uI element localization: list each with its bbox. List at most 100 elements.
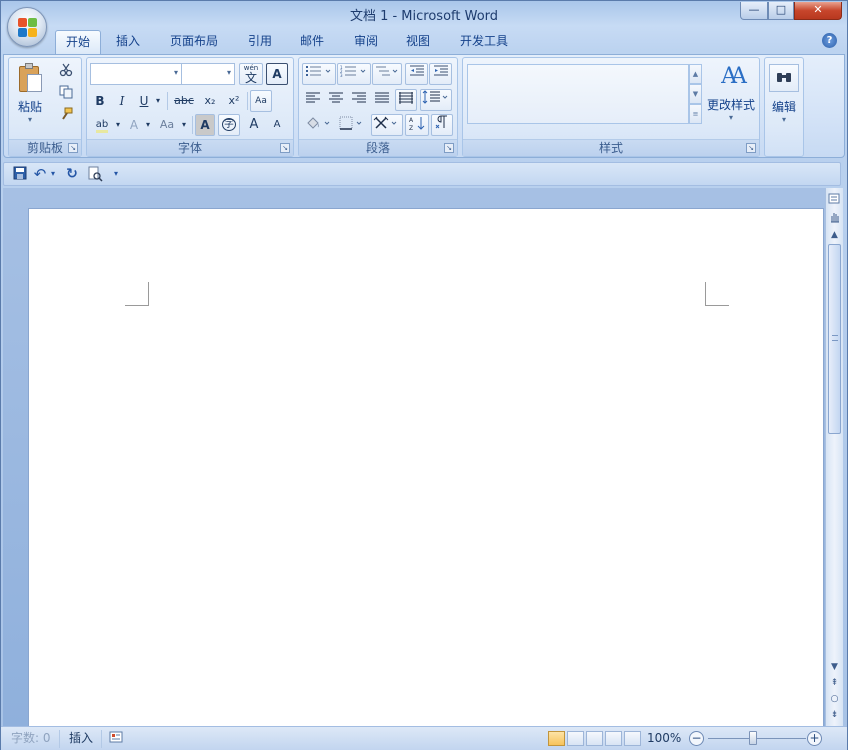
outline-view-icon[interactable]: [605, 731, 622, 746]
clear-formatting-button[interactable]: Aa: [250, 90, 272, 112]
tab-page-layout[interactable]: 页面布局: [159, 30, 229, 54]
tab-references[interactable]: 引用: [237, 30, 283, 54]
draft-view-icon[interactable]: [624, 731, 641, 746]
office-button[interactable]: [7, 7, 47, 47]
underline-button[interactable]: U: [135, 90, 153, 112]
bold-button[interactable]: B: [91, 90, 109, 112]
font-color-dropdown-icon[interactable]: ▾: [143, 114, 153, 136]
clipboard-launcher-icon[interactable]: ↘: [68, 143, 78, 153]
zoom-out-button[interactable]: −: [689, 731, 704, 746]
document-page[interactable]: [28, 208, 824, 738]
print-preview-icon[interactable]: [86, 166, 104, 183]
multilevel-list-button[interactable]: [372, 63, 402, 85]
scroll-thumb[interactable]: [828, 244, 841, 434]
tab-developer[interactable]: 开发工具: [451, 30, 517, 54]
ruler-toggle-icon[interactable]: [827, 192, 842, 207]
highlight-dropdown-icon[interactable]: ▾: [113, 114, 123, 136]
bullets-button[interactable]: [302, 63, 336, 85]
copy-icon[interactable]: [57, 84, 75, 106]
select-browse-object-icon[interactable]: ○: [827, 692, 842, 707]
font-name-combo[interactable]: ▾: [90, 63, 182, 85]
align-center-button[interactable]: [325, 89, 347, 111]
character-shading-button[interactable]: A: [195, 114, 215, 136]
word-count[interactable]: 字数: 0: [11, 730, 51, 748]
superscript-button[interactable]: x²: [223, 90, 245, 112]
gallery-scroll-up-icon[interactable]: ▲: [689, 64, 702, 84]
format-painter-icon[interactable]: [57, 106, 75, 128]
web-layout-view-icon[interactable]: [586, 731, 603, 746]
phonetic-guide-button[interactable]: wén 文: [239, 63, 263, 85]
grow-font-button[interactable]: A: [243, 114, 265, 136]
customize-qat-icon[interactable]: ▾: [110, 166, 122, 183]
tab-review[interactable]: 审阅: [343, 30, 389, 54]
underline-dropdown-icon[interactable]: ▾: [153, 90, 163, 112]
top-left-crop-mark: [125, 282, 149, 306]
gallery-scroll-down-icon[interactable]: ▼: [689, 84, 702, 104]
tab-mailings[interactable]: 邮件: [289, 30, 335, 54]
subscript-button[interactable]: x₂: [199, 90, 221, 112]
distributed-button[interactable]: [395, 89, 417, 111]
font-launcher-icon[interactable]: ↘: [280, 143, 290, 153]
undo-button[interactable]: ↶: [32, 166, 48, 183]
quick-styles-gallery[interactable]: [467, 64, 689, 124]
align-left-button[interactable]: [302, 89, 324, 111]
text-highlight-button[interactable]: ab: [91, 114, 113, 136]
font-size-dropdown-icon[interactable]: ▾: [227, 68, 231, 77]
character-border-button[interactable]: A: [266, 63, 288, 85]
macro-recording-icon[interactable]: [109, 730, 125, 748]
full-screen-reading-view-icon[interactable]: [567, 731, 584, 746]
redo-button[interactable]: ↻: [64, 166, 80, 183]
help-icon[interactable]: ?: [822, 33, 837, 48]
line-spacing-button[interactable]: [420, 89, 452, 111]
previous-page-icon[interactable]: ⇞: [827, 676, 842, 691]
shrink-font-button[interactable]: A: [266, 114, 288, 136]
undo-dropdown-icon[interactable]: ▾: [48, 166, 58, 183]
tab-view[interactable]: 视图: [395, 30, 441, 54]
zoom-in-button[interactable]: +: [807, 731, 822, 746]
zoom-slider-thumb[interactable]: [749, 731, 757, 745]
zoom-slider-track[interactable]: [708, 738, 806, 739]
insert-mode-indicator[interactable]: 插入: [69, 730, 93, 748]
save-icon[interactable]: [12, 166, 28, 183]
borders-button[interactable]: [336, 114, 368, 136]
show-marks-button[interactable]: [431, 114, 453, 136]
tab-home[interactable]: 开始: [55, 30, 101, 54]
vertical-scrollbar[interactable]: ▲ ▼ ⇞ ○ ⇟: [825, 188, 843, 726]
minimize-button[interactable]: —: [740, 2, 768, 20]
maximize-button[interactable]: □: [768, 2, 794, 20]
paste-dropdown-arrow[interactable]: ▾: [13, 115, 47, 124]
strikethrough-button[interactable]: abc: [171, 90, 197, 112]
paragraph-launcher-icon[interactable]: ↘: [444, 143, 454, 153]
font-size-combo[interactable]: ▾: [181, 63, 235, 85]
font-name-dropdown-icon[interactable]: ▾: [174, 68, 178, 77]
sort-button[interactable]: AZ: [405, 114, 429, 136]
justify-button[interactable]: [371, 89, 393, 111]
shading-button[interactable]: [302, 114, 334, 136]
numbering-button[interactable]: 123: [337, 63, 371, 85]
chinese-layout-button[interactable]: [371, 114, 403, 136]
change-case-button[interactable]: Aa: [155, 114, 179, 136]
editing-button[interactable]: 编辑 ▾: [767, 60, 801, 150]
font-color-button[interactable]: A: [125, 114, 143, 136]
print-layout-view-icon[interactable]: [548, 731, 565, 746]
italic-button[interactable]: I: [113, 90, 131, 112]
editing-dropdown-icon[interactable]: ▾: [767, 115, 801, 124]
change-styles-button[interactable]: AA 更改样式 ▾: [703, 60, 759, 136]
hand-icon[interactable]: [827, 210, 842, 225]
enclose-characters-button[interactable]: 字: [218, 114, 240, 136]
close-button[interactable]: ✕: [794, 2, 842, 20]
paste-button[interactable]: 粘贴 ▾: [13, 62, 47, 132]
increase-indent-button[interactable]: [429, 63, 452, 85]
gallery-more-icon[interactable]: ≡: [689, 104, 702, 124]
scroll-down-icon[interactable]: ▼: [827, 660, 842, 675]
tab-insert[interactable]: 插入: [105, 30, 151, 54]
change-case-dropdown-icon[interactable]: ▾: [179, 114, 189, 136]
decrease-indent-button[interactable]: [405, 63, 428, 85]
styles-launcher-icon[interactable]: ↘: [746, 143, 756, 153]
change-styles-dropdown-icon[interactable]: ▾: [703, 113, 759, 122]
cut-icon[interactable]: [57, 62, 75, 84]
next-page-icon[interactable]: ⇟: [827, 708, 842, 723]
scroll-up-icon[interactable]: ▲: [827, 228, 842, 243]
align-right-button[interactable]: [348, 89, 370, 111]
zoom-level[interactable]: 100%: [647, 730, 681, 748]
